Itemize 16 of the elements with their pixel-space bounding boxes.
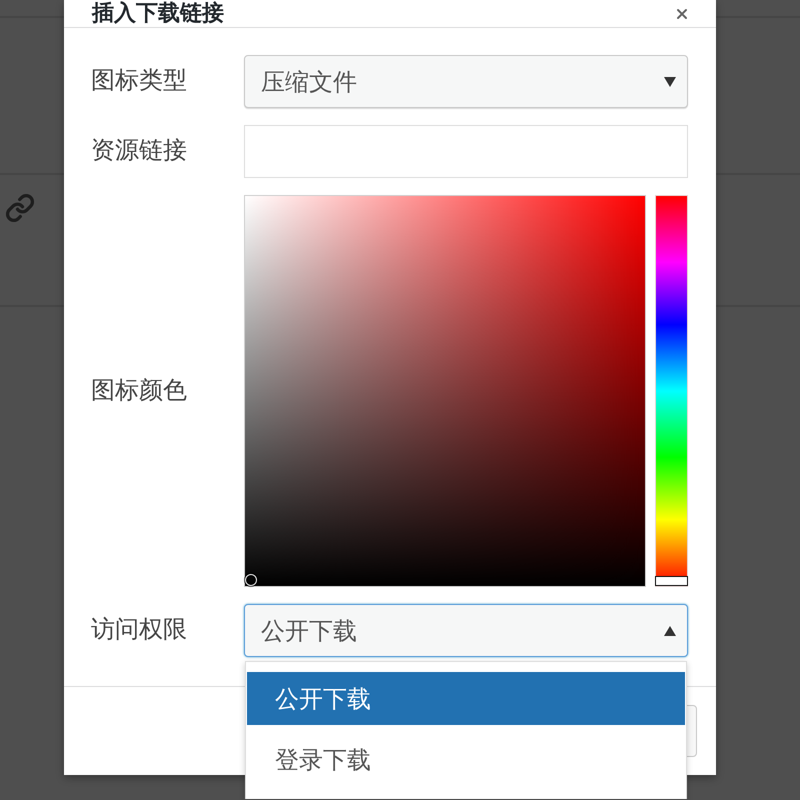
dropdown-select[interactable]: 公开下载 bbox=[244, 604, 688, 657]
text-input[interactable] bbox=[244, 125, 688, 178]
dropdown-option[interactable]: 登录下载 bbox=[247, 733, 685, 786]
picker-handle[interactable] bbox=[245, 574, 257, 586]
dropdown-option[interactable]: 公开下载 bbox=[247, 672, 685, 725]
hue-slider-thumb[interactable] bbox=[655, 576, 688, 586]
field-label: 资源链接 bbox=[91, 137, 188, 166]
caret-down-icon bbox=[664, 76, 676, 86]
caret-up-icon bbox=[664, 626, 676, 636]
dialog-title: 插入下载链接 bbox=[92, 1, 224, 26]
field-label: 图标类型 bbox=[91, 67, 188, 96]
saturation-area[interactable] bbox=[244, 195, 646, 587]
hue-slider[interactable] bbox=[655, 195, 688, 587]
field-label: 图标颜色 bbox=[91, 376, 188, 406]
field-label: 访问权限 bbox=[91, 616, 188, 645]
dropdown-select[interactable]: 压缩文件 bbox=[244, 55, 688, 108]
